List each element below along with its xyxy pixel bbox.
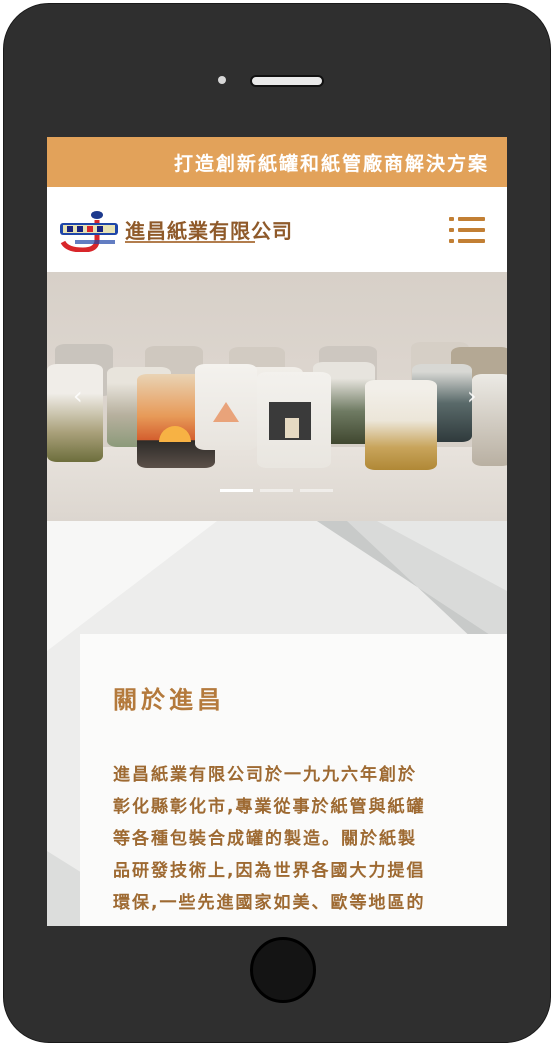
carousel-indicators (220, 489, 335, 493)
paper-can-image (257, 372, 331, 468)
home-button[interactable] (250, 937, 316, 1003)
paper-can-image (365, 380, 437, 470)
speaker-slot (250, 75, 324, 87)
about-body: 進昌紙業有限公司於一九九六年創於彰化縣彰化市,專業從事於紙管與紙罐等各種包裝合成… (113, 765, 426, 913)
chevron-left-icon[interactable]: ‹ (73, 382, 83, 410)
logo-text[interactable]: 進昌紙業有限公司 (125, 215, 293, 244)
carousel-indicator[interactable] (260, 489, 293, 492)
paper-can-image (47, 364, 103, 462)
about-title: 關於進昌 (113, 686, 225, 714)
mobile-screen: 打造創新紙罐和紙管廠商解決方案 進昌紙業有限公司 ‹ › 關於進昌 進昌紙業有限… (47, 137, 507, 926)
camera-icon (218, 76, 226, 84)
hero-carousel[interactable]: ‹ › (47, 272, 507, 521)
carousel-indicator-active[interactable] (220, 489, 253, 492)
site-header: 進昌紙業有限公司 (47, 187, 507, 272)
paper-can-image (195, 364, 257, 450)
carousel-indicator[interactable] (300, 489, 333, 492)
company-logo-icon[interactable] (57, 206, 121, 252)
top-banner: 打造創新紙罐和紙管廠商解決方案 (47, 137, 507, 187)
about-section: 關於進昌 進昌紙業有限公司於一九九六年創於彰化縣彰化市,專業從事於紙管與紙罐等各… (47, 521, 507, 926)
paper-can-image (472, 374, 507, 466)
chevron-right-icon[interactable]: › (467, 382, 477, 410)
logo-underline (125, 241, 255, 243)
banner-slogan: 打造創新紙罐和紙管廠商解決方案 (173, 152, 489, 175)
hamburger-menu-icon[interactable] (449, 217, 485, 245)
